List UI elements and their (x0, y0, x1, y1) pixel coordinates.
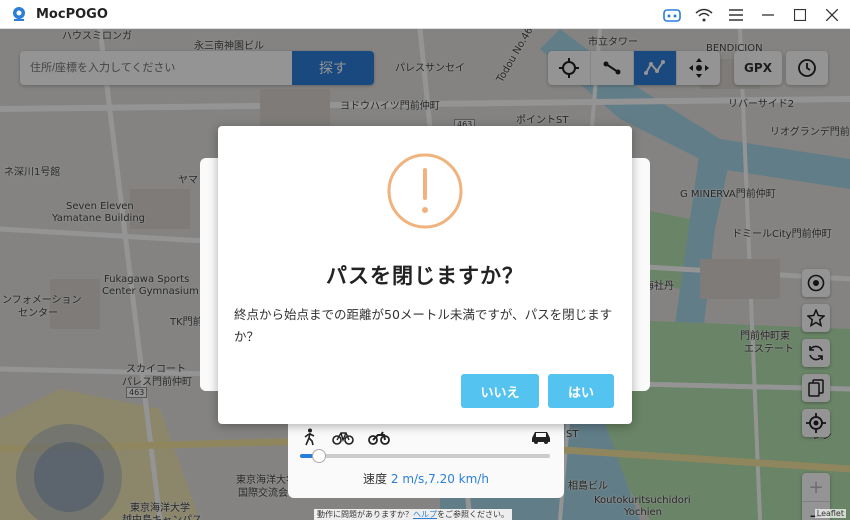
close-icon[interactable] (822, 5, 842, 25)
car-mode-button[interactable] (530, 429, 552, 445)
speed-readout: 速度 2 m/s,7.20 km/h (288, 470, 564, 487)
app-title: MocPOGO (36, 6, 108, 22)
wifi-icon[interactable] (694, 5, 714, 25)
dialog-message: 終点から始点までの距離が50メートル未満ですが、パスを閉じますか？ (234, 307, 613, 344)
gamepad-icon[interactable] (662, 5, 682, 25)
close-path-dialog: パスを閉じますか？ 終点から始点までの距離が50メートル未満ですが、パスを閉じま… (218, 126, 632, 424)
car-icon (532, 432, 550, 444)
bicycle-mode-button[interactable] (332, 429, 354, 445)
speed-value: 2 m/s,7.20 km/h (390, 472, 489, 486)
cancel-button[interactable]: いいえ (461, 374, 539, 408)
app-logo-icon (13, 7, 25, 21)
speed-slider[interactable] (300, 449, 550, 463)
speed-panel: 速度 2 m/s,7.20 km/h (288, 420, 564, 498)
warning-icon (387, 153, 463, 229)
motorcycle-mode-button[interactable] (368, 429, 390, 445)
menu-icon[interactable] (726, 5, 746, 25)
speed-slider-handle[interactable] (312, 449, 326, 463)
speed-label: 速度 (363, 472, 388, 486)
walk-icon (304, 428, 315, 446)
help-note-suffix: をご参照ください。 (437, 510, 509, 519)
movement-modes (302, 428, 552, 446)
bicycle-icon (332, 432, 354, 445)
map-attribution[interactable]: Leaflet (814, 509, 846, 518)
help-link[interactable]: ヘルプ (413, 510, 437, 519)
confirm-button[interactable]: はい (548, 374, 614, 408)
minimize-icon[interactable] (758, 5, 778, 25)
motorcycle-icon (368, 431, 390, 445)
maximize-icon[interactable] (790, 5, 810, 25)
help-note-prefix: 動作に問題がありますか？ (317, 510, 413, 519)
help-note: 動作に問題がありますか？ヘルプをご参照ください。 (314, 509, 512, 520)
walk-mode-button[interactable] (302, 428, 318, 446)
title-bar: MocPOGO (0, 0, 850, 29)
dialog-title: パスを閉じますか？ (326, 264, 524, 288)
